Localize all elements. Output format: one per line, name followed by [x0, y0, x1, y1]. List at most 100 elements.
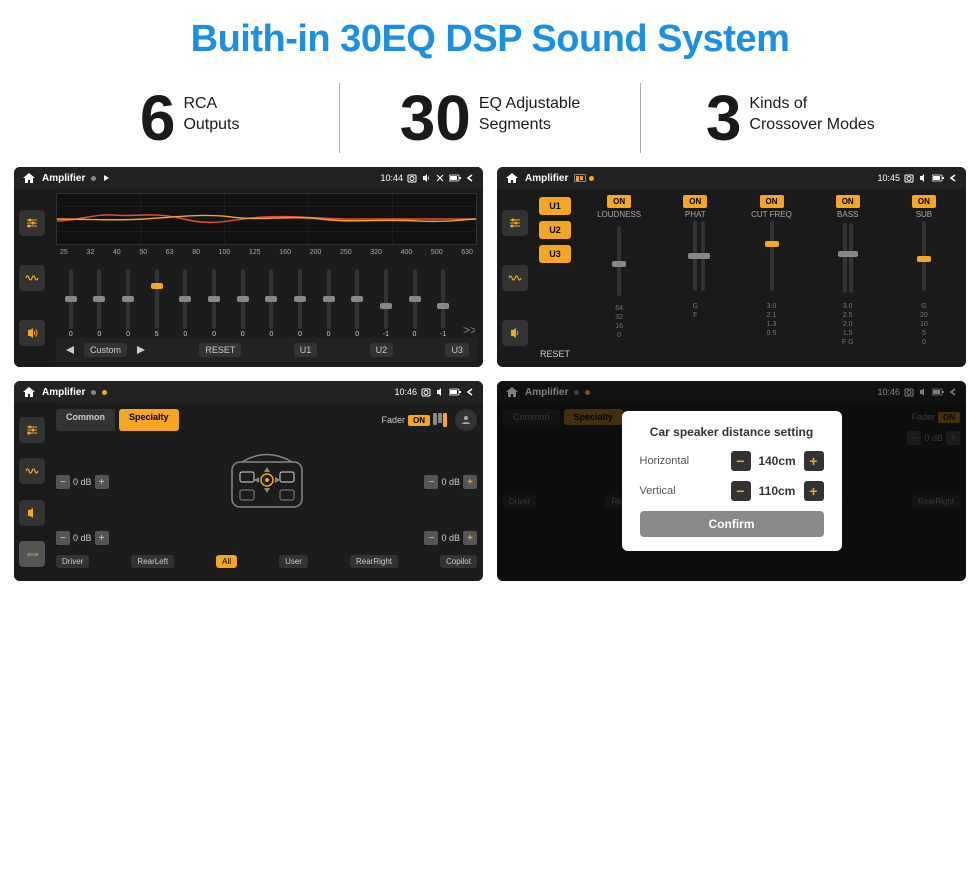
- bass-on[interactable]: ON: [836, 195, 860, 208]
- horizontal-plus[interactable]: +: [804, 451, 824, 471]
- arrows-icon-btn-3[interactable]: ⟺: [19, 541, 45, 567]
- eq-slider-0[interactable]: 0: [58, 269, 84, 338]
- u1-button[interactable]: U1: [294, 343, 318, 357]
- br-minus[interactable]: −: [424, 531, 438, 545]
- home-icon-2: [505, 171, 519, 185]
- volume-icon-1: [421, 173, 431, 183]
- more-icon: >>: [463, 322, 475, 338]
- tl-plus[interactable]: +: [95, 475, 109, 489]
- eq-slider-2[interactable]: 0: [115, 269, 141, 338]
- tab-common[interactable]: Common: [56, 409, 115, 431]
- home-icon-3: [22, 385, 36, 399]
- equalizer-icon: [25, 216, 39, 230]
- profile-icon[interactable]: [455, 409, 477, 431]
- eq-slider-10[interactable]: 0: [344, 269, 370, 338]
- rearleft-btn[interactable]: RearLeft: [131, 555, 174, 568]
- speaker-icon-btn-3[interactable]: [19, 500, 45, 526]
- eq-slider-11[interactable]: -1: [373, 269, 399, 338]
- tl-minus[interactable]: −: [56, 475, 70, 489]
- fader-on[interactable]: ON: [408, 415, 430, 426]
- eq-sliders-container: 0 0 0 5 0: [56, 258, 477, 338]
- sub-on[interactable]: ON: [912, 195, 936, 208]
- play-icon-1: [102, 174, 110, 182]
- u2-button[interactable]: U2: [370, 343, 394, 357]
- tr-db-value: 0 dB: [441, 477, 460, 487]
- bottom-right-db: − 0 dB +: [387, 531, 477, 545]
- top-left-db: − 0 dB +: [56, 475, 146, 489]
- wave-icon-btn-2[interactable]: [502, 265, 528, 291]
- vertical-label: Vertical: [640, 485, 731, 497]
- status-bar-3: Amplifier 10:46: [14, 381, 483, 403]
- stat-divider-2: [640, 83, 641, 153]
- stats-row: 6 RCAOutputs 30 EQ AdjustableSegments 3 …: [0, 73, 980, 167]
- user-btn[interactable]: User: [279, 555, 308, 568]
- horizontal-minus[interactable]: −: [731, 451, 751, 471]
- tab-specialty[interactable]: Specialty: [119, 409, 179, 431]
- back-icon-1[interactable]: [465, 173, 475, 183]
- cutfreq-on[interactable]: ON: [760, 195, 784, 208]
- loudness-on[interactable]: ON: [607, 195, 631, 208]
- u1-select[interactable]: U1: [539, 197, 571, 215]
- eq-slider-12[interactable]: 0: [402, 269, 428, 338]
- u3-select[interactable]: U3: [539, 245, 571, 263]
- horizontal-value: 140cm: [755, 454, 800, 468]
- prev-icon[interactable]: [64, 344, 76, 356]
- status-bar-right-1: 10:44: [380, 173, 475, 183]
- bl-minus[interactable]: −: [56, 531, 70, 545]
- eq-slider-4[interactable]: 0: [173, 269, 199, 338]
- rearright-btn[interactable]: RearRight: [350, 555, 398, 568]
- stat-label-eq: EQ AdjustableSegments: [479, 86, 580, 136]
- reset-button[interactable]: RESET: [199, 343, 241, 357]
- vertical-plus[interactable]: +: [804, 481, 824, 501]
- speaker-icon-btn[interactable]: [19, 320, 45, 346]
- eq-curve-svg: [57, 194, 476, 244]
- wave-icon-btn[interactable]: [19, 265, 45, 291]
- driver-btn[interactable]: Driver: [56, 555, 89, 568]
- close-icon-1: [435, 173, 445, 183]
- speaker-icon-btn-2[interactable]: [502, 320, 528, 346]
- vertical-minus[interactable]: −: [731, 481, 751, 501]
- eq-icon-btn[interactable]: [19, 210, 45, 236]
- tr-minus[interactable]: −: [424, 475, 438, 489]
- all-btn[interactable]: All: [216, 555, 237, 568]
- stat-number-6: 6: [140, 86, 176, 150]
- bl-db-value: 0 dB: [73, 533, 92, 543]
- eq-icon-btn-3[interactable]: [19, 417, 45, 443]
- u2-select[interactable]: U2: [539, 221, 571, 239]
- copilot-btn[interactable]: Copilot: [440, 555, 477, 568]
- status-bar-1: Amplifier 10:44: [14, 167, 483, 189]
- car-diagram: [150, 437, 383, 527]
- u3-button[interactable]: U3: [445, 343, 469, 357]
- back-icon-3[interactable]: [465, 387, 475, 397]
- confirm-button[interactable]: Confirm: [640, 511, 824, 537]
- eq-slider-3[interactable]: 5: [144, 269, 170, 338]
- eq-icon-btn-2[interactable]: [502, 210, 528, 236]
- bl-plus[interactable]: +: [95, 531, 109, 545]
- screen-distance: Amplifier 10:46: [497, 381, 966, 581]
- eq-slider-13[interactable]: -1: [430, 269, 456, 338]
- dialog-row-vertical: Vertical − 110cm +: [640, 481, 824, 501]
- speaker-layout: − 0 dB +: [56, 437, 477, 549]
- wave-icon-btn-3[interactable]: [19, 458, 45, 484]
- time-3: 10:46: [394, 387, 417, 397]
- loudness-slider[interactable]: [617, 226, 621, 296]
- eq-bottom-bar: Custom RESET U1 U2 U3: [56, 338, 477, 362]
- volume-icon-2: [918, 173, 928, 183]
- phat-on[interactable]: ON: [683, 195, 707, 208]
- back-icon-2[interactable]: [948, 173, 958, 183]
- reset-label[interactable]: RESET: [540, 349, 570, 359]
- eq-graph: [56, 193, 477, 245]
- vertical-value: 110cm: [755, 484, 800, 498]
- tr-plus[interactable]: +: [463, 475, 477, 489]
- battery-icon-1: [449, 174, 461, 182]
- eq-slider-6[interactable]: 0: [230, 269, 256, 338]
- time-1: 10:44: [380, 173, 403, 183]
- br-plus[interactable]: +: [463, 531, 477, 545]
- preset-label: Custom: [84, 343, 127, 357]
- eq-slider-1[interactable]: 0: [87, 269, 113, 338]
- eq-slider-8[interactable]: 0: [287, 269, 313, 338]
- next-icon[interactable]: [135, 344, 147, 356]
- eq-slider-7[interactable]: 0: [258, 269, 284, 338]
- eq-slider-5[interactable]: 0: [201, 269, 227, 338]
- eq-slider-9[interactable]: 0: [316, 269, 342, 338]
